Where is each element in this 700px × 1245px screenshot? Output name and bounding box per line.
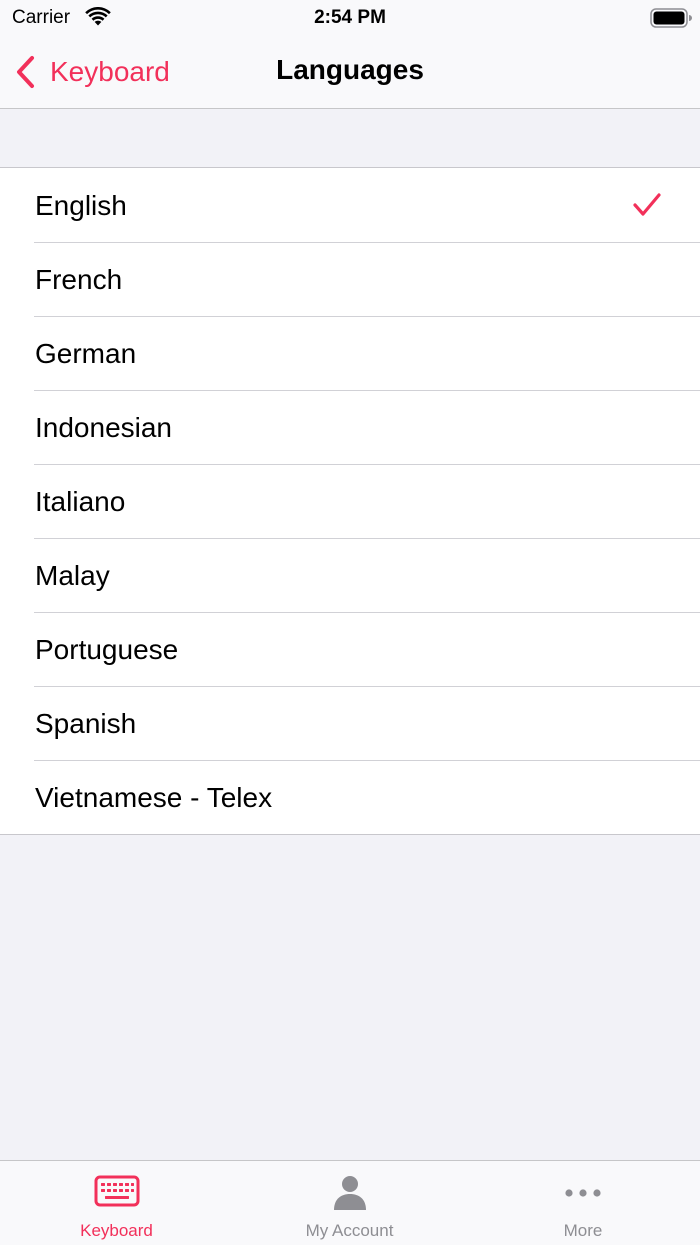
language-label: Portuguese — [35, 634, 179, 665]
navigation-bar: Keyboard Languages — [0, 36, 700, 109]
language-label: English — [35, 190, 127, 221]
tab-more-label: More — [563, 1221, 603, 1240]
language-label: Spanish — [35, 708, 137, 739]
language-row-english[interactable]: English — [0, 168, 700, 242]
language-row-spanish[interactable]: Spanish — [0, 686, 700, 760]
ellipsis-icon — [565, 1189, 601, 1197]
tab-my-account[interactable]: My Account — [233, 1161, 466, 1245]
tab-keyboard-label: Keyboard — [80, 1221, 153, 1240]
person-icon — [333, 1176, 366, 1210]
language-row-german[interactable]: German — [0, 316, 700, 390]
language-row-portuguese[interactable]: Portuguese — [0, 612, 700, 686]
language-row-malay[interactable]: Malay — [0, 538, 700, 612]
tab-keyboard[interactable]: Keyboard — [0, 1161, 233, 1245]
tab-bar: Keyboard My Account More — [0, 1160, 700, 1245]
keyboard-icon — [94, 1175, 139, 1207]
language-row-vietnamese-telex[interactable]: Vietnamese - Telex — [0, 760, 700, 834]
language-label: Vietnamese - Telex — [35, 782, 273, 813]
language-row-italiano[interactable]: Italiano — [0, 464, 700, 538]
language-label: Italiano — [35, 486, 126, 517]
checkmark-icon — [633, 193, 661, 216]
language-label: Malay — [35, 560, 110, 591]
language-label: Indonesian — [35, 412, 173, 443]
page-title: Languages — [276, 54, 424, 85]
battery-icon — [650, 8, 692, 28]
languages-list: English French German Indonesian Italian… — [0, 167, 700, 835]
language-label: French — [35, 264, 123, 295]
status-bar: Carrier 2:54 PM — [0, 0, 700, 36]
tab-more[interactable]: More — [466, 1161, 700, 1245]
clock-time: 2:54 PM — [314, 7, 386, 28]
language-row-indonesian[interactable]: Indonesian — [0, 390, 700, 464]
language-label: German — [35, 338, 137, 369]
tab-my-account-label: My Account — [305, 1221, 394, 1240]
language-row-french[interactable]: French — [0, 242, 700, 316]
